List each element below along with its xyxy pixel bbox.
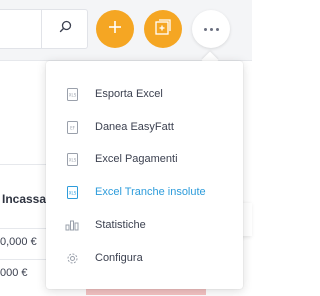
table-cell: 000 €	[0, 267, 28, 279]
menu-item-label: Esporta Excel	[95, 88, 163, 100]
svg-text:XLS: XLS	[68, 190, 76, 195]
more-options-button[interactable]	[192, 10, 230, 48]
menu-item-label: Statistiche	[95, 219, 146, 231]
xls-file-icon: XLS	[65, 152, 79, 166]
menu-item-excel-tranche-insolute[interactable]: XLS Excel Tranche insolute	[46, 176, 243, 208]
svg-text:XLS: XLS	[68, 157, 76, 162]
table-cell: 0,000 €	[0, 236, 37, 248]
menu-item-label: Danea EasyFatt	[95, 121, 174, 133]
xls-file-icon: XLS	[65, 185, 79, 199]
search-icon	[59, 20, 72, 38]
search-button[interactable]	[41, 10, 88, 48]
easyfatt-file-icon: EF	[65, 120, 79, 134]
toolbar	[0, 0, 252, 58]
menu-item-excel-pagamenti[interactable]: XLS Excel Pagamenti	[46, 143, 243, 175]
menu-item-label: Excel Tranche insolute	[95, 186, 206, 198]
more-dots-icon	[203, 27, 219, 31]
plus-icon	[108, 20, 122, 39]
svg-text:XLS: XLS	[68, 92, 76, 97]
menu-item-statistiche[interactable]: Statistiche	[46, 209, 243, 241]
add-document-icon	[155, 18, 171, 40]
add-button[interactable]	[96, 10, 134, 48]
bar-chart-icon	[65, 218, 79, 232]
add-document-button[interactable]	[144, 10, 182, 48]
menu-item-label: Configura	[95, 252, 143, 264]
svg-text:EF: EF	[70, 125, 76, 130]
menu-item-esporta-excel[interactable]: XLS Esporta Excel	[46, 78, 243, 110]
search-input[interactable]	[0, 9, 88, 49]
gear-icon	[65, 251, 79, 265]
menu-item-danea-easyfatt[interactable]: EF Danea EasyFatt	[46, 111, 243, 143]
menu-item-label: Excel Pagamenti	[95, 153, 178, 165]
menu-item-configura[interactable]: Configura	[46, 242, 243, 274]
more-options-menu: XLS Esporta Excel EF Danea EasyFatt XLS …	[46, 61, 243, 289]
xls-file-icon: XLS	[65, 87, 79, 101]
